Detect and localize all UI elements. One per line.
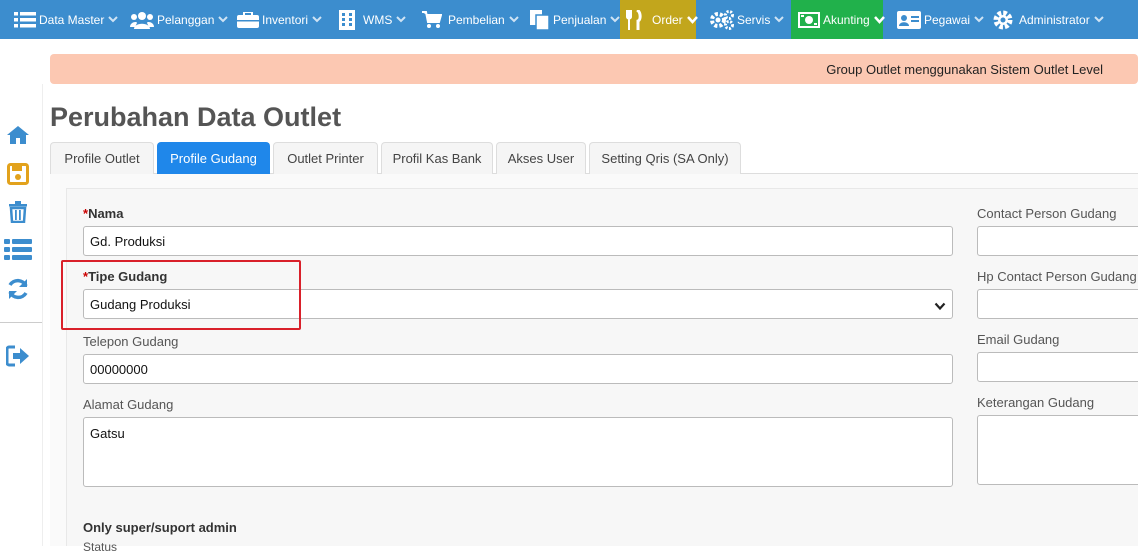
tab-bar: Profile Outlet Profile Gudang Outlet Pri… — [50, 142, 1138, 174]
tab-akses-user[interactable]: Akses User — [496, 142, 586, 174]
keterangan-label: Keterangan Gudang — [977, 395, 1095, 410]
nav-label: Pegawai — [924, 12, 971, 27]
alamat-label: Alamat Gudang — [83, 397, 174, 412]
tab-profile-gudang[interactable]: Profile Gudang — [157, 142, 270, 174]
users-icon — [130, 11, 154, 29]
nav-label: Administrator — [1019, 12, 1090, 27]
notice-text: Group Outlet menggunakan Sistem Outlet L… — [826, 61, 1103, 77]
tab-setting-qris[interactable]: Setting Qris (SA Only) — [589, 142, 741, 174]
nav-label: Pelanggan — [157, 12, 215, 27]
id-card-icon — [897, 10, 921, 29]
building-icon — [339, 9, 355, 30]
nama-label: *Nama — [83, 206, 124, 221]
chevron-down-icon — [610, 16, 621, 23]
alamat-textarea[interactable]: Gatsu — [83, 417, 953, 487]
email-input[interactable] — [977, 352, 1138, 382]
home-icon[interactable] — [6, 123, 30, 147]
nav-wms[interactable]: WMS — [328, 0, 412, 39]
highlight-box — [61, 260, 301, 330]
nav-penjualan[interactable]: Penjualan — [518, 0, 621, 39]
refresh-icon[interactable] — [6, 277, 30, 301]
chevron-down-icon — [396, 16, 407, 23]
chevron-down-icon — [312, 16, 322, 23]
nav-label: Servis — [737, 12, 771, 27]
keterangan-textarea[interactable] — [977, 415, 1138, 485]
gears-icon — [710, 9, 734, 30]
chevron-down-icon — [774, 16, 785, 23]
nav-administrator[interactable]: Administrator — [981, 0, 1111, 39]
nav-pembelian[interactable]: Pembelian — [412, 0, 519, 39]
nav-label: Pembelian — [448, 12, 505, 27]
notice-banner: Group Outlet menggunakan Sistem Outlet L… — [50, 54, 1138, 84]
documents-icon — [530, 9, 550, 30]
nav-akunting[interactable]: Akunting — [791, 0, 885, 39]
nav-data-master[interactable]: Data Master — [0, 0, 120, 39]
cart-icon — [422, 10, 442, 29]
tab-profil-kas-bank[interactable]: Profil Kas Bank — [381, 142, 493, 174]
nav-pegawai[interactable]: Pegawai — [883, 0, 984, 39]
utensils-icon — [626, 9, 642, 30]
briefcase-icon — [237, 11, 259, 28]
top-navbar: Data Master Pelanggan Inventori WMS Pemb… — [0, 0, 1138, 39]
nav-label: WMS — [363, 12, 393, 27]
email-label: Email Gudang — [977, 332, 1060, 347]
page-title: Perubahan Data Outlet — [50, 102, 342, 132]
contact-person-label: Contact Person Gudang — [977, 206, 1117, 221]
money-icon — [798, 11, 820, 28]
tab-outlet-printer[interactable]: Outlet Printer — [273, 142, 378, 174]
nav-label: Data Master — [39, 12, 105, 27]
admin-section-title: Only super/suport admin — [83, 520, 237, 535]
nav-pelanggan[interactable]: Pelanggan — [120, 0, 229, 39]
contact-person-input[interactable] — [977, 226, 1138, 256]
tab-profile-outlet[interactable]: Profile Outlet — [50, 142, 154, 174]
nav-label: Inventori — [262, 12, 309, 27]
hp-contact-input[interactable] — [977, 289, 1138, 319]
hp-contact-label: Hp Contact Person Gudang — [977, 269, 1137, 284]
status-label: Status — [83, 540, 118, 554]
save-icon[interactable] — [6, 162, 30, 186]
trash-icon[interactable] — [6, 200, 30, 224]
chevron-down-icon — [108, 16, 119, 23]
sidebar-divider-line — [42, 84, 43, 546]
nav-label: Order — [652, 12, 683, 27]
nav-servis[interactable]: Servis — [696, 0, 791, 39]
nama-input[interactable]: Gd. Produksi — [83, 226, 953, 256]
nav-order[interactable]: Order — [620, 0, 698, 39]
sidebar-separator — [0, 322, 42, 323]
telepon-label: Telepon Gudang — [83, 334, 179, 349]
nav-label: Akunting — [823, 12, 870, 27]
telepon-input[interactable]: 00000000 — [83, 354, 953, 384]
list-icon — [14, 11, 36, 28]
chevron-down-icon — [1093, 16, 1104, 23]
list-icon[interactable] — [4, 238, 32, 262]
nav-label: Penjualan — [553, 12, 607, 27]
logout-icon[interactable] — [6, 344, 30, 368]
cog-icon — [993, 10, 1013, 30]
nav-inventori[interactable]: Inventori — [227, 0, 328, 39]
chevron-down-icon — [934, 299, 946, 314]
